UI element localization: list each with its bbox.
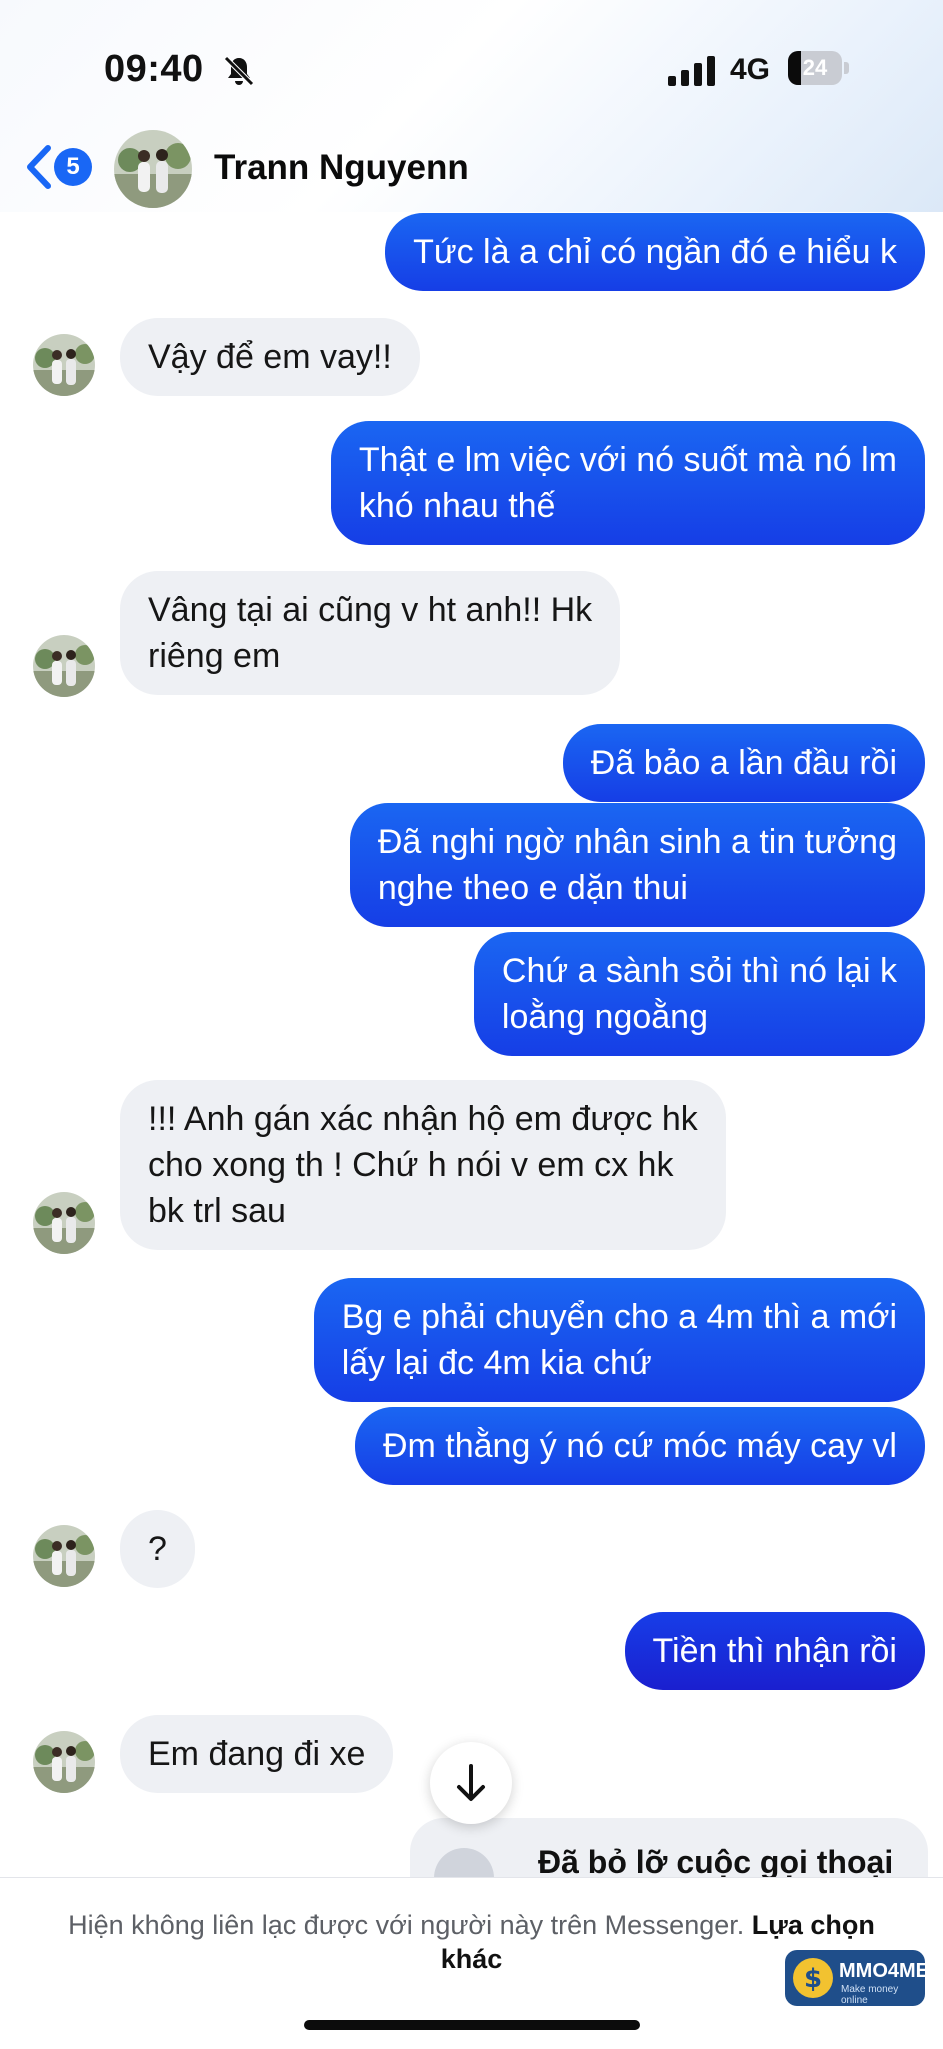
contact-avatar [33,1192,95,1254]
home-indicator[interactable] [304,2020,640,2030]
message-outgoing[interactable]: Đm thằng ý nó cứ móc máy cay vl [354,1407,925,1485]
message-incoming[interactable]: !!! Anh gán xác nhận hộ em được hk cho x… [120,1080,726,1250]
chevron-left-icon [27,145,51,189]
contact-avatar[interactable] [114,130,192,208]
message-outgoing[interactable]: Tiền thì nhận rồi [624,1612,925,1690]
bell-muted-icon [224,56,254,86]
chat-header: 09:40 4G 24 5 Trann Nguyenn [0,0,943,212]
contact-avatar [33,334,95,396]
contact-avatar [33,635,95,697]
watermark-brand: MMO4ME [839,1960,929,1982]
battery-icon: 24 [788,51,849,85]
message-incoming[interactable]: Vâng tại ai cũng v ht anh!! Hk riêng em [120,571,621,695]
contact-name[interactable]: Trann Nguyenn [214,148,469,188]
contact-avatar [33,1731,95,1793]
watermark-logo: $ MMO4ME Make money online [785,1950,929,2006]
message-outgoing[interactable]: Đã nghi ngờ nhân sinh a tin tưởng nghe t… [349,803,925,927]
arrow-down-icon [457,1764,485,1801]
watermark-tagline: Make money online [841,1984,899,2006]
missed-call-text: Đã bỏ lỡ cuộc gọi thoại [538,1844,894,1880]
scroll-to-bottom-button[interactable] [430,1742,512,1824]
message-incoming[interactable]: Em đang đi xe [120,1715,394,1793]
message-outgoing[interactable]: Bg e phải chuyển cho a 4m thì a mới lấy … [313,1278,925,1402]
messenger-unavailable-footer: Hiện không liên lạc được với người này t… [0,1877,943,2049]
message-outgoing[interactable]: Tức là a chỉ có ngần đó e hiểu k [385,213,925,291]
battery-level: 24 [802,55,828,80]
svg-text:$: $ [804,1964,822,1994]
unavailable-notice-text: Hiện không liên lạc được với người này t… [68,1910,745,1940]
status-time: 09:40 [104,48,204,90]
message-outgoing[interactable]: Đã bảo a lần đầu rồi [562,724,925,802]
message-incoming[interactable]: Vậy để em vay!! [120,318,420,396]
unread-count-badge: 5 [54,148,92,186]
message-outgoing[interactable]: Chứ a sành sỏi thì nó lại k loằng ngoằng [473,932,925,1056]
message-incoming[interactable]: ? [120,1510,195,1588]
message-outgoing[interactable]: Thật e lm việc với nó suốt mà nó lm khó … [330,421,925,545]
unavailable-notice: Hiện không liên lạc được với người này t… [58,1908,885,1976]
contact-avatar [33,1525,95,1587]
back-button[interactable]: 5 [24,140,100,194]
cellular-signal-icon [668,56,715,86]
network-type: 4G [730,53,771,86]
